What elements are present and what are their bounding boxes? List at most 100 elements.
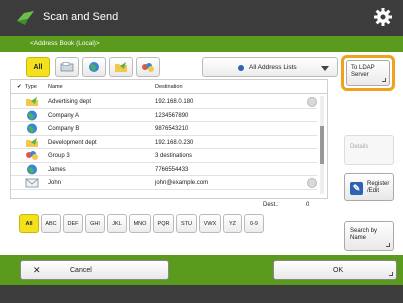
filter-all-label: All: [33, 63, 43, 71]
ok-label: OK: [333, 267, 344, 274]
search-line2: Name: [350, 235, 367, 241]
group-icon: [26, 151, 38, 160]
filter-fax-button[interactable]: [55, 57, 79, 77]
index-label: STU: [181, 220, 192, 227]
table-row[interactable]: Advertising dept 192.168.0.180: [11, 95, 317, 109]
row-name: John: [48, 180, 62, 186]
table-row[interactable]: Development dept 192.168.0.230: [11, 136, 317, 149]
scan-send-icon: [17, 11, 34, 25]
ldap-label-line1: To LDAP: [351, 65, 375, 71]
scroll-up-icon[interactable]: [307, 97, 317, 107]
register-line2: /Edit: [367, 188, 380, 194]
index-label: JKL: [112, 220, 122, 227]
row-name: Development dept: [48, 139, 97, 146]
edit-icon: ✎: [350, 182, 363, 195]
row-destination: 9876543210: [155, 126, 189, 132]
dest-count-value: 0: [306, 202, 310, 208]
envelope-icon: [25, 178, 39, 188]
filter-all-button[interactable]: All: [26, 57, 50, 77]
table-row[interactable]: Company B 9876543210: [11, 122, 317, 136]
details-label: Details: [350, 144, 369, 150]
globe-icon: [89, 62, 99, 72]
scroll-down-icon[interactable]: [307, 178, 317, 188]
header-name: Name: [48, 84, 63, 90]
filter-group-button[interactable]: [136, 57, 160, 77]
filter-email-button[interactable]: [82, 57, 106, 77]
address-book-label: <Address Book (Local)>: [30, 40, 100, 47]
globe-icon: [27, 164, 37, 174]
address-book-panel: All All Address Lists To LDAP Server ✔ T…: [10, 55, 397, 252]
index-stu-button[interactable]: STU: [176, 214, 197, 233]
address-list-dropdown[interactable]: All Address Lists: [202, 57, 338, 77]
row-destination: 192.168.0.180: [155, 99, 194, 105]
search-by-name-button[interactable]: Search by Name: [344, 221, 394, 251]
index-vwx-button[interactable]: VWX: [199, 214, 221, 233]
dest-count-label: Dest.:: [263, 202, 279, 208]
bottom-strip: [0, 285, 403, 303]
index-jkl-button[interactable]: JKL: [107, 214, 127, 233]
fax-icon: [60, 62, 74, 72]
globe-icon: [27, 123, 37, 134]
index-label: All: [25, 220, 33, 227]
folder-icon: [26, 137, 38, 147]
table-row[interactable]: John john@example.com: [11, 176, 317, 190]
group-icon: [142, 63, 154, 72]
table-row[interactable]: Company A 1234567890: [11, 109, 317, 122]
row-destination: 3 destinations: [155, 153, 193, 159]
index-label: VWX: [203, 220, 217, 227]
table-header: ✔ Type Name Destination: [11, 80, 327, 94]
index-pqr-button[interactable]: PQR: [153, 214, 174, 233]
row-name: Advertising dept: [48, 99, 92, 105]
address-list-value: All Address Lists: [249, 64, 297, 71]
title-bar: Scan and Send: [0, 0, 403, 36]
table-row[interactable]: James 7766554433: [11, 163, 317, 176]
header-destination: Destination: [155, 84, 183, 90]
to-ldap-server-inner: To LDAP Server: [346, 60, 390, 86]
index-label: GHI: [90, 220, 100, 227]
gear-icon[interactable]: [373, 7, 393, 27]
ldap-label-line2: Server: [351, 72, 369, 78]
dest-count: Dest.: 0: [10, 201, 328, 211]
address-list-icon: [238, 65, 244, 71]
table-row[interactable]: Group 3 3 destinations: [11, 149, 317, 163]
app-title: Scan and Send: [43, 11, 119, 23]
index-all-button[interactable]: All: [19, 214, 39, 233]
cancel-label: Cancel: [70, 267, 92, 274]
table-scrollbar[interactable]: [320, 96, 324, 194]
index-0-9-button[interactable]: 0-9: [244, 214, 264, 233]
row-name: Company B: [48, 126, 80, 132]
index-ghi-button[interactable]: GHI: [85, 214, 105, 233]
ok-button[interactable]: OK: [273, 260, 397, 280]
index-def-button[interactable]: DEF: [63, 214, 83, 233]
register-edit-button[interactable]: ✎ Register /Edit: [344, 173, 394, 201]
index-label: ABC: [45, 220, 57, 227]
index-label: DEF: [67, 220, 79, 227]
corner-arrow-icon: [382, 78, 386, 82]
folder-icon: [115, 62, 127, 72]
row-name: James: [48, 166, 66, 173]
row-destination: john@example.com: [155, 180, 209, 186]
chevron-down-icon: [321, 66, 329, 71]
cancel-button[interactable]: ✕ Cancel: [20, 260, 169, 280]
corner-arrow-icon: [386, 243, 390, 247]
address-book-bar: <Address Book (Local)>: [0, 36, 403, 52]
register-label: Register /Edit: [367, 181, 389, 195]
globe-icon: [27, 110, 37, 120]
footer-bar: ✕ Cancel OK: [0, 255, 403, 285]
index-label: YZ: [228, 220, 237, 227]
row-destination: 7766554433: [155, 166, 189, 173]
index-abc-button[interactable]: ABC: [41, 214, 61, 233]
row-destination: 1234567890: [155, 112, 189, 119]
filter-folder-button[interactable]: [109, 57, 133, 77]
folder-icon: [26, 97, 38, 106]
address-table: ✔ Type Name Destination Advertising dept…: [10, 79, 328, 199]
header-type: Type: [25, 84, 37, 90]
index-mno-button[interactable]: MNO: [129, 214, 151, 233]
details-button[interactable]: Details: [344, 135, 394, 165]
scrollbar-thumb[interactable]: [320, 126, 324, 164]
close-icon: ✕: [33, 265, 41, 275]
index-yz-button[interactable]: YZ: [223, 214, 242, 233]
row-name: Group 3: [48, 153, 70, 159]
row-name: Company A: [48, 112, 80, 119]
to-ldap-server-button[interactable]: To LDAP Server: [341, 55, 395, 91]
